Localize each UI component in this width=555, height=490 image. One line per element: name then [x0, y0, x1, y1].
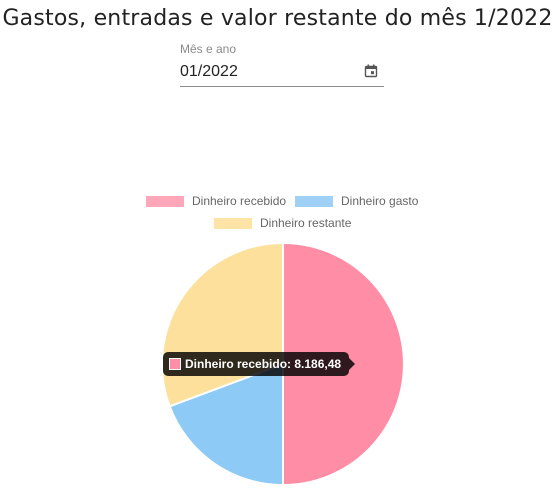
tooltip-color-swatch [169, 358, 181, 370]
legend-item-gasto[interactable]: Dinheiro gasto [295, 192, 418, 210]
month-year-field[interactable]: Mês e ano [180, 40, 384, 88]
calendar-icon[interactable] [364, 64, 378, 78]
tooltip-text: Dinheiro recebido: 8.186,48 [185, 357, 342, 371]
month-year-input[interactable] [180, 60, 364, 84]
month-year-underline [180, 86, 384, 87]
legend-swatch-restante [214, 217, 252, 229]
legend-label-gasto: Dinheiro gasto [341, 194, 419, 208]
legend-item-recebido[interactable]: Dinheiro recebido [146, 192, 286, 210]
chart-tooltip: Dinheiro recebido: 8.186,48 [163, 352, 356, 376]
legend-swatch-gasto [295, 195, 333, 207]
page-title: Gastos, entradas e valor restante do mês… [2, 6, 553, 31]
legend-swatch-recebido [146, 195, 184, 207]
legend-label-recebido: Dinheiro recebido [192, 194, 287, 208]
legend-label-restante: Dinheiro restante [260, 216, 352, 230]
legend-item-restante[interactable]: Dinheiro restante [214, 214, 351, 232]
month-year-label: Mês e ano [180, 42, 237, 56]
